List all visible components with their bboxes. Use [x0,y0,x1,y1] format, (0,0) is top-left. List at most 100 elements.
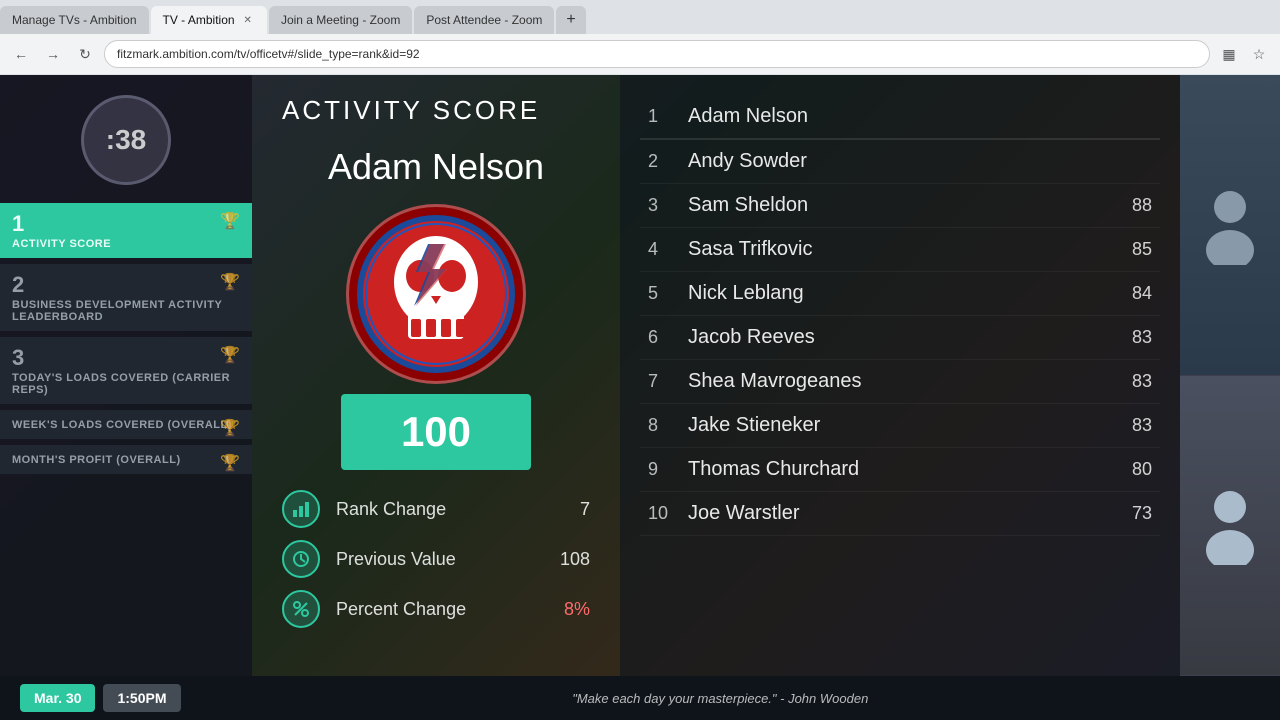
webcam-slot-2 [1180,376,1280,677]
trophy-icon-1: 🏆 [220,211,240,231]
avatar-container [346,204,526,384]
tab-tv-ambition[interactable]: TV - Ambition ✕ [151,6,267,34]
person-score: 80 [1102,459,1152,480]
sidebar-item-biz-dev[interactable]: 🏆 2 Business Development Activity Leader… [0,264,252,331]
leaderboard-row: 1 Adam Nelson [640,95,1160,140]
leaderboard-row: 3 Sam Sheldon 88 [640,184,1160,228]
sidebar-item-activity-score[interactable]: 🏆 1 Activity Score [0,203,252,258]
person-name: Sam Sheldon [688,194,1102,217]
person-name: Andy Sowder [688,150,1102,173]
sidebar-item-label-2: Business Development Activity Leaderboar… [12,299,240,323]
person-score: 85 [1102,239,1152,260]
browser-chrome: Manage TVs - Ambition TV - Ambition ✕ Jo… [0,0,1280,75]
timer-container: :38 [81,95,171,185]
sidebar-item-label-3: Today's Loads Covered (Carrier Reps) [12,372,240,396]
rank-number: 7 [648,371,688,392]
new-tab-button[interactable]: + [556,6,585,34]
countdown-timer: :38 [81,95,171,185]
person-score: 83 [1102,371,1152,392]
person-name: Adam Nelson [688,105,1102,128]
forward-button[interactable]: → [40,41,66,67]
rank-number: 8 [648,415,688,436]
person-name: Shea Mavrogeanes [688,370,1102,393]
clock-icon [282,540,320,578]
nav-bar: ← → ↻ fitzmark.ambition.com/tv/officetv#… [0,34,1280,74]
leaderboard-row: 6 Jacob Reeves 83 [640,316,1160,360]
leaderboard-row: 5 Nick Leblang 84 [640,272,1160,316]
winner-name: Adam Nelson [328,146,544,188]
leaderboard-row: 8 Jake Stieneker 83 [640,404,1160,448]
sidebar-item-label-1: Activity Score [12,238,240,250]
person-name: Thomas Churchard [688,458,1102,481]
person-score: 83 [1102,415,1152,436]
tab-label: TV - Ambition [163,13,235,27]
stat-label-prev: Previous Value [336,549,544,570]
sidebar-item-num-1: 1 [12,211,240,237]
rank-number: 2 [648,151,688,172]
split-screen-icon[interactable]: ▦ [1216,41,1242,67]
tab-bar: Manage TVs - Ambition TV - Ambition ✕ Jo… [0,0,1280,34]
webcam-person-1 [1180,75,1280,375]
person-score: 84 [1102,283,1152,304]
rank-number: 1 [648,106,688,127]
person-name: Jake Stieneker [688,414,1102,437]
sidebar: :38 🏆 1 Activity Score 🏆 2 Business Deve… [0,75,252,676]
tab-manage-tvs[interactable]: Manage TVs - Ambition [0,6,149,34]
rank-number: 9 [648,459,688,480]
sidebar-item-loads-week[interactable]: 🏆 Week's Loads Covered (Overall) [0,410,252,439]
person-name: Nick Leblang [688,282,1102,305]
webcam-person-2 [1180,376,1280,676]
stat-row-prev: Previous Value 108 [282,540,590,578]
stat-row-pct: Percent Change 8% [282,590,590,628]
bottom-bar: Mar. 30 1:50PM "Make each day your maste… [0,676,1280,720]
leaderboard-row: 4 Sasa Trifkovic 85 [640,228,1160,272]
person-name: Jacob Reeves [688,326,1102,349]
stat-row-rank: Rank Change 7 [282,490,590,528]
sidebar-item-label-5: Month's Profit (Overall) [12,454,240,466]
quote-text: "Make each day your masterpiece." - John… [181,691,1260,706]
rank-number: 10 [648,503,688,524]
leaderboard-rows: 1 Adam Nelson 2 Andy Sowder 3 Sam Sheldo… [640,95,1160,536]
person-name: Sasa Trifkovic [688,238,1102,261]
stat-label-pct: Percent Change [336,599,548,620]
leaderboard: 1 Adam Nelson 2 Andy Sowder 3 Sam Sheldo… [620,75,1180,676]
rank-number: 5 [648,283,688,304]
tab-zoom-meeting[interactable]: Join a Meeting - Zoom [269,6,412,34]
tab-label: Join a Meeting - Zoom [281,13,400,27]
page-title: Activity Score [282,95,540,126]
sidebar-item-num-2: 2 [12,272,240,298]
avatar-image [356,214,516,374]
rank-number: 6 [648,327,688,348]
tab-label: Post Attendee - Zoom [426,13,542,27]
tab-label: Manage TVs - Ambition [12,13,137,27]
refresh-button[interactable]: ↻ [72,41,98,67]
person-score: 88 [1102,195,1152,216]
stat-value-rank: 7 [580,499,590,520]
tab-zoom-post[interactable]: Post Attendee - Zoom [414,6,554,34]
leaderboard-row: 7 Shea Mavrogeanes 83 [640,360,1160,404]
rank-number: 3 [648,195,688,216]
trophy-icon-4: 🏆 [220,418,240,438]
chart-icon [282,490,320,528]
back-button[interactable]: ← [8,41,34,67]
nav-icons: ▦ ☆ [1216,41,1272,67]
stats-list: Rank Change 7 Previous Value 108 [282,490,590,628]
webcam-panel [1180,75,1280,676]
trophy-icon-3: 🏆 [220,345,240,365]
stat-label-rank: Rank Change [336,499,564,520]
address-bar[interactable]: fitzmark.ambition.com/tv/officetv#/slide… [104,40,1210,68]
sidebar-item-months-profit[interactable]: 🏆 Month's Profit (Overall) [0,445,252,474]
trophy-icon-2: 🏆 [220,272,240,292]
trophy-icon-5: 🏆 [220,453,240,473]
stat-value-pct: 8% [564,599,590,620]
stat-value-prev: 108 [560,549,590,570]
sidebar-item-loads-today[interactable]: 🏆 3 Today's Loads Covered (Carrier Reps) [0,337,252,404]
sidebar-item-num-3: 3 [12,345,240,371]
rank-number: 4 [648,239,688,260]
timer-display: :38 [106,124,146,156]
center-panel: Activity Score Adam Nelson [252,75,620,676]
time-badge: 1:50PM [103,684,180,712]
person-name: Joe Warstler [688,502,1102,525]
tab-close-icon[interactable]: ✕ [241,14,255,27]
star-icon[interactable]: ☆ [1246,41,1272,67]
